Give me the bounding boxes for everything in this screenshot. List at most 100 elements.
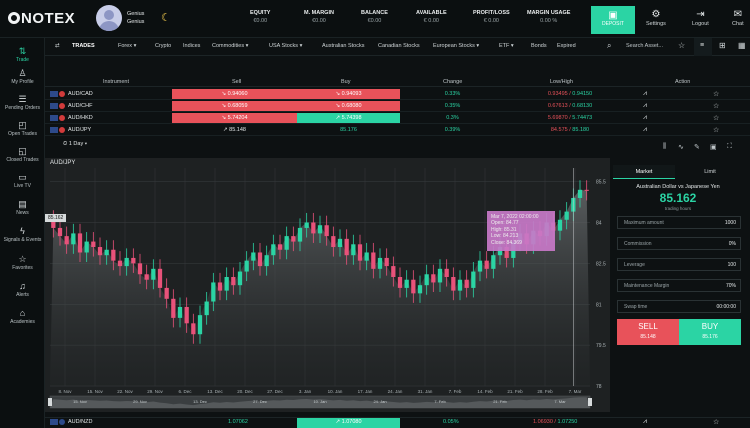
candle[interactable] bbox=[357, 244, 363, 261]
table-row[interactable]: AUD/JPY ↗ 85.148 85.176 0.39% 84.575 / 8… bbox=[45, 125, 750, 136]
candle[interactable] bbox=[337, 238, 343, 248]
candle[interactable] bbox=[397, 277, 403, 288]
buy-price-cell[interactable]: ↘ 0.68080 bbox=[297, 101, 400, 111]
buy-price-cell[interactable]: ↘ 0.94093 bbox=[297, 89, 400, 99]
tab-limit[interactable]: Limit bbox=[679, 165, 741, 179]
tab-forex[interactable]: Forex ▾ bbox=[118, 43, 136, 49]
candle[interactable] bbox=[471, 271, 476, 288]
candle[interactable] bbox=[464, 279, 469, 288]
candle[interactable] bbox=[304, 222, 309, 228]
candle[interactable] bbox=[564, 211, 569, 220]
candle[interactable] bbox=[351, 244, 356, 256]
settings-button[interactable]: ⚙ Settings bbox=[646, 9, 666, 27]
candle[interactable] bbox=[577, 189, 583, 198]
tab-commodities[interactable]: Commodities ▾ bbox=[212, 43, 248, 49]
candle[interactable] bbox=[97, 247, 103, 256]
candle[interactable] bbox=[191, 323, 196, 335]
candle[interactable] bbox=[451, 277, 456, 291]
search-input[interactable]: Search Asset... bbox=[626, 43, 663, 49]
sell-button[interactable]: SELL 85.148 bbox=[617, 319, 679, 345]
candle[interactable] bbox=[364, 252, 369, 261]
candle[interactable] bbox=[404, 279, 409, 288]
candle[interactable] bbox=[157, 268, 163, 288]
sidebar-item-my-profile[interactable]: ♙ My Profile bbox=[0, 68, 45, 85]
table-row[interactable]: AUD/NZD 1.07062 ↗ 1.07080 0.05% 1.06930 … bbox=[45, 417, 750, 428]
layout-icon[interactable]: ⊞ bbox=[719, 41, 726, 50]
deposit-button[interactable]: ▣ DEPOSIT bbox=[591, 6, 635, 34]
tab-market[interactable]: Market bbox=[613, 165, 675, 179]
candle[interactable] bbox=[417, 285, 423, 294]
candle[interactable] bbox=[204, 301, 209, 316]
favorite-star-icon[interactable]: ☆ bbox=[713, 418, 719, 426]
candle[interactable] bbox=[557, 219, 563, 231]
candle[interactable] bbox=[84, 241, 89, 253]
candle[interactable] bbox=[197, 315, 203, 335]
buy-button[interactable]: BUY 85.176 bbox=[679, 319, 741, 345]
candle[interactable] bbox=[251, 252, 256, 261]
candle[interactable] bbox=[491, 255, 496, 269]
candle[interactable] bbox=[317, 225, 323, 234]
buy-price-cell[interactable]: ↗ 5.74398 bbox=[297, 113, 400, 123]
candle[interactable] bbox=[164, 287, 169, 299]
candle[interactable] bbox=[64, 236, 69, 245]
candle[interactable] bbox=[391, 266, 396, 277]
sidebar-item-alerts[interactable]: ♫ Alerts bbox=[0, 281, 45, 298]
chart-action-icon[interactable]: ⩘ bbox=[643, 126, 647, 134]
candle[interactable] bbox=[104, 249, 109, 256]
search-icon[interactable]: ⌕ bbox=[607, 41, 611, 51]
candle[interactable] bbox=[111, 249, 116, 261]
candle[interactable] bbox=[171, 298, 176, 318]
tab-etf[interactable]: ETF ▾ bbox=[499, 43, 514, 49]
indicator-icon[interactable]: ∿ bbox=[678, 143, 684, 151]
candle[interactable] bbox=[297, 227, 303, 242]
candle[interactable] bbox=[484, 260, 489, 269]
trades-toggle-icon[interactable]: ⇄ bbox=[55, 43, 60, 49]
chart-action-icon[interactable]: ⩘ bbox=[643, 418, 647, 426]
candle[interactable] bbox=[117, 260, 123, 267]
price-chart[interactable]: 85.5 84 82.5 81 79.5 78 8. Nov 15. Nov 22. Nov 2… bbox=[45, 158, 610, 412]
candle[interactable] bbox=[237, 271, 243, 286]
candle[interactable] bbox=[184, 306, 189, 324]
favorite-star-icon[interactable]: ☆ bbox=[713, 114, 719, 122]
buy-price-cell[interactable]: ↗ 1.07080 bbox=[297, 418, 400, 428]
candle[interactable] bbox=[211, 282, 216, 302]
sidebar-item-open-trades[interactable]: ◰ Open Trades bbox=[0, 120, 45, 137]
candle[interactable] bbox=[217, 282, 223, 291]
chat-button[interactable]: ✉ Chat bbox=[732, 9, 744, 27]
candle[interactable] bbox=[437, 268, 443, 283]
sell-price-cell[interactable]: ↘ 5.74204 bbox=[172, 113, 297, 123]
candle[interactable] bbox=[144, 274, 149, 280]
favorite-star-icon[interactable]: ☆ bbox=[678, 41, 685, 50]
candle[interactable] bbox=[71, 233, 76, 245]
navigator-handle[interactable] bbox=[588, 398, 592, 406]
sidebar-item-trade[interactable]: ⇅ Trade bbox=[0, 46, 45, 63]
candle[interactable] bbox=[584, 189, 589, 191]
sidebar-item-favorites[interactable]: ☆ Favorites bbox=[0, 254, 45, 271]
sell-price-cell[interactable]: ↘ 0.94060 bbox=[172, 89, 297, 99]
candle[interactable] bbox=[477, 260, 483, 272]
candle[interactable] bbox=[257, 252, 263, 267]
candle[interactable] bbox=[377, 257, 383, 269]
tab-usa-stocks[interactable]: USA Stocks ▾ bbox=[269, 43, 302, 49]
fullscreen-icon[interactable]: ⛶ bbox=[727, 143, 732, 151]
sidebar-item-news[interactable]: ▤ News bbox=[0, 199, 45, 216]
candle[interactable] bbox=[324, 225, 329, 237]
filter-button[interactable]: ≡ bbox=[694, 38, 712, 56]
chart-action-icon[interactable]: ⩘ bbox=[643, 102, 647, 110]
sidebar-item-signals[interactable]: ϟ Signals & Events bbox=[0, 226, 45, 243]
favorite-star-icon[interactable]: ☆ bbox=[713, 126, 719, 134]
candle[interactable] bbox=[244, 260, 249, 272]
candle[interactable] bbox=[291, 236, 296, 242]
candle[interactable] bbox=[444, 268, 449, 277]
camera-icon[interactable]: ▣ bbox=[710, 143, 717, 151]
draw-icon[interactable]: ✎ bbox=[694, 143, 700, 151]
period-select[interactable]: ⏲ 1 Day ▾ bbox=[63, 141, 87, 148]
chart-action-icon[interactable]: ⩘ bbox=[643, 114, 647, 122]
candle[interactable] bbox=[277, 244, 283, 250]
navigator-handle[interactable] bbox=[48, 398, 52, 406]
candle[interactable] bbox=[57, 227, 63, 237]
tab-indices[interactable]: Indices bbox=[183, 43, 200, 49]
candle[interactable] bbox=[91, 241, 96, 248]
grid-icon[interactable]: ▦ bbox=[738, 41, 746, 50]
candle[interactable] bbox=[344, 238, 349, 256]
